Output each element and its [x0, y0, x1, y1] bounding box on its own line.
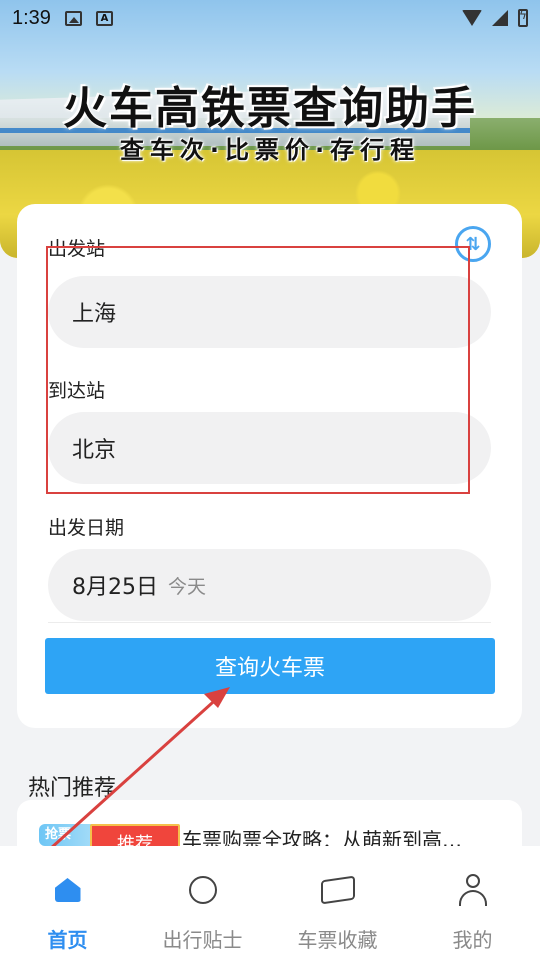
- nav-item-ticket-favorites[interactable]: 车票收藏: [270, 846, 405, 960]
- bottom-nav: 首页 出行贴士 车票收藏 我的: [0, 846, 540, 960]
- date-hint: 今天: [168, 575, 207, 598]
- status-time: 1:39: [12, 6, 51, 29]
- home-icon: [54, 878, 81, 902]
- nav-label-home: 首页: [47, 928, 88, 952]
- ticket-icon: [320, 875, 355, 905]
- nav-label-ticket-favorites: 车票收藏: [297, 928, 378, 952]
- departure-date-value: 8月25日: [72, 575, 158, 600]
- battery-icon: [518, 8, 528, 27]
- highlight-box: [46, 246, 470, 494]
- section-title: 热门推荐: [28, 776, 117, 801]
- nav-item-profile[interactable]: 我的: [405, 846, 540, 960]
- signal-icon: [492, 10, 508, 26]
- divider: [48, 622, 491, 623]
- gallery-notification-icon: [64, 10, 82, 26]
- hero-subtitle: 查车次·比票价·存行程: [119, 136, 421, 164]
- departure-date-field[interactable]: 8月25日 今天: [48, 549, 491, 621]
- nav-label-travel-tips: 出行贴士: [162, 928, 243, 952]
- nav-item-home[interactable]: 首页: [0, 846, 135, 960]
- nav-item-travel-tips[interactable]: 出行贴士: [135, 846, 270, 960]
- lightbulb-icon: [188, 876, 217, 904]
- date-label: 出发日期: [48, 517, 125, 539]
- nav-label-profile: 我的: [452, 928, 493, 952]
- wifi-icon: [462, 10, 482, 26]
- hero-title: 火车高铁票查询助手: [63, 83, 477, 134]
- status-bar: 1:39 A: [0, 0, 540, 36]
- query-tickets-button[interactable]: 查询火车票: [45, 638, 495, 694]
- user-icon: [458, 874, 488, 906]
- app-notification-icon: A: [95, 10, 113, 26]
